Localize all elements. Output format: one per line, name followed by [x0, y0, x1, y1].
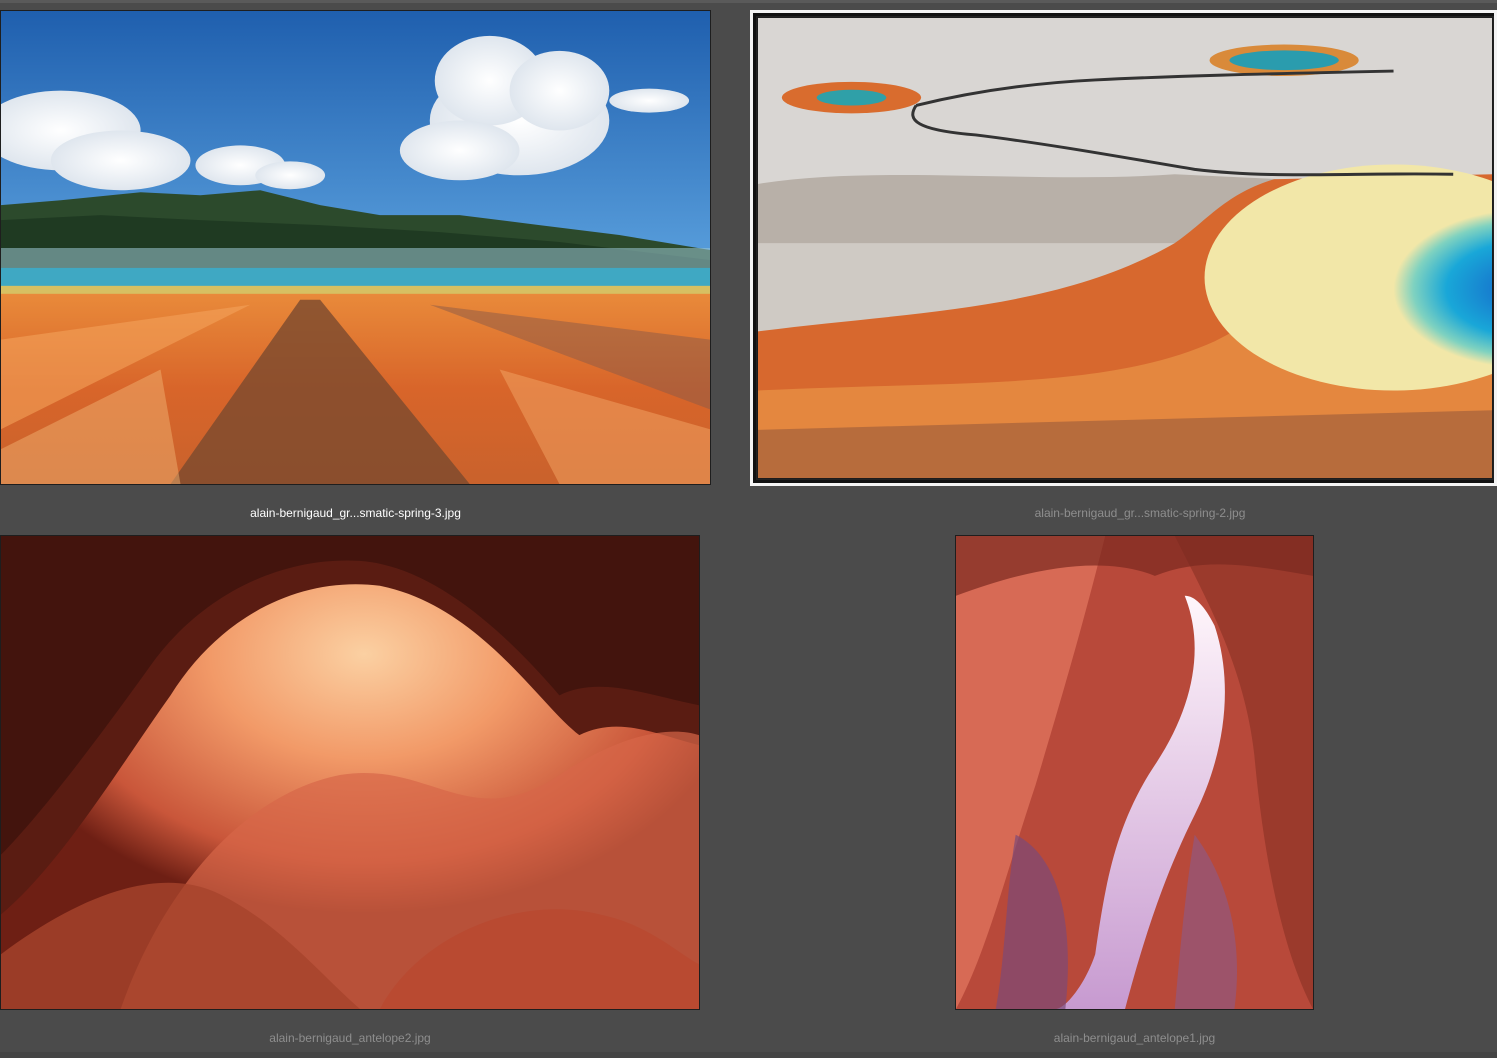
thumbnail-gallery: alain-bernigaud_gr...smatic-spring-3.jpg…	[0, 0, 1497, 1058]
thumbnail-grand-prismatic-spring-2[interactable]	[750, 10, 1497, 486]
aerial-photo	[757, 17, 1493, 479]
bottom-edge	[0, 1052, 1497, 1058]
canyon-photo	[1, 536, 699, 1009]
filename-caption[interactable]: alain-bernigaud_gr...smatic-spring-2.jpg	[750, 506, 1497, 520]
filename-caption[interactable]: alain-bernigaud_gr...smatic-spring-3.jpg	[0, 506, 711, 520]
filename-caption[interactable]: alain-bernigaud_antelope2.jpg	[0, 1031, 700, 1045]
top-divider	[0, 0, 1497, 3]
filename-caption[interactable]: alain-bernigaud_antelope1.jpg	[955, 1031, 1314, 1045]
landscape-photo	[1, 11, 710, 484]
thumbnail-grand-prismatic-spring-3[interactable]	[0, 10, 711, 485]
image-frame	[756, 16, 1494, 480]
thumbnail-antelope1[interactable]	[955, 535, 1314, 1010]
thumbnail-antelope2[interactable]	[0, 535, 700, 1010]
canyon-vertical-photo	[956, 536, 1313, 1009]
